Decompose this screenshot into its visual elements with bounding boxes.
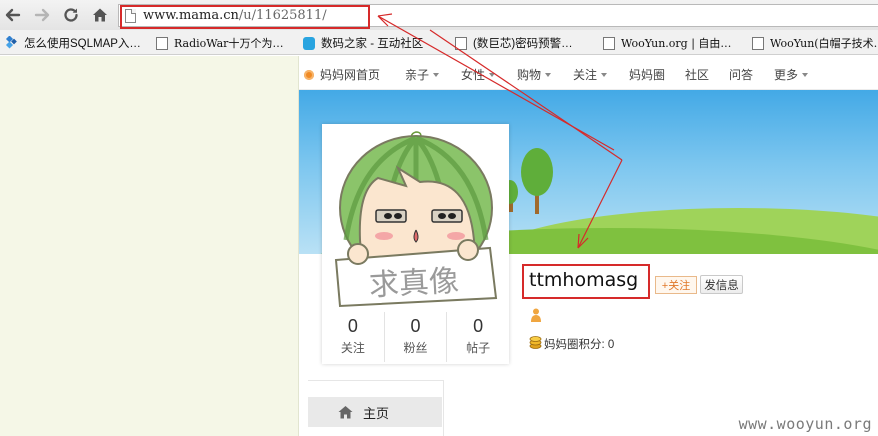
bookmarks-bar: 怎么使用SQLMAP入… RadioWar十万个为… 数码之家 - 互动社区 (… [0, 30, 878, 55]
app-icon [303, 36, 315, 50]
bookmark-item[interactable]: 数码之家 - 互动社区 [303, 34, 423, 52]
side-menu: 主页 [308, 380, 444, 436]
nav-item-follow[interactable]: 关注 [573, 66, 608, 83]
nav-home-link[interactable]: 妈妈网首页 [304, 66, 380, 83]
site-nav: 妈妈网首页 亲子 女性 购物 关注 妈妈圈 社区 问答 更多 [299, 56, 878, 90]
reload-icon[interactable] [60, 4, 82, 26]
chevron-down-icon [433, 72, 440, 77]
chevron-down-icon [545, 72, 552, 77]
nav-item-parenting[interactable]: 亲子 [405, 66, 440, 83]
bookmark-item[interactable]: WooYun(白帽子技术… [752, 34, 878, 52]
person-icon [531, 308, 541, 322]
nav-item-shopping[interactable]: 购物 [517, 66, 552, 83]
nav-item-community[interactable]: 社区 [685, 66, 709, 83]
left-blank-pane [0, 56, 299, 436]
tree-decoration [521, 148, 553, 196]
profile-stats: 0 关注 0 粉丝 0 帖子 [322, 312, 509, 362]
url-highlight-box [120, 5, 370, 29]
back-icon[interactable] [2, 4, 24, 26]
avatar-caption: 求真像 [368, 264, 460, 304]
page-icon [752, 36, 764, 50]
chevron-down-icon [489, 72, 496, 77]
nav-item-qa[interactable]: 问答 [729, 66, 753, 83]
page-icon [455, 36, 467, 50]
bookmark-item[interactable]: 怎么使用SQLMAP入… [4, 34, 141, 52]
nav-item-women[interactable]: 女性 [461, 66, 496, 83]
username: ttmhomasg [529, 269, 639, 291]
username-highlight: ttmhomasg [522, 264, 650, 299]
diamond-icon [5, 36, 17, 49]
avatar-card: 求真像 0 关注 0 粉丝 0 帖子 [322, 124, 509, 364]
home-dot-icon [304, 69, 314, 80]
avatar[interactable]: 求真像 [328, 130, 503, 310]
page-icon [156, 36, 168, 50]
coins-icon [529, 336, 542, 349]
nav-item-more[interactable]: 更多 [774, 66, 809, 83]
page-icon [603, 36, 615, 50]
home-icon [338, 406, 353, 419]
stat-fans[interactable]: 0 粉丝 [383, 312, 447, 362]
bookmark-item[interactable]: WooYun.org | 自由… [603, 34, 731, 52]
points-label: 妈妈圈积分: 0 [544, 339, 615, 351]
nav-item-mama-circle[interactable]: 妈妈圈 [629, 66, 665, 83]
home-icon[interactable] [89, 4, 111, 26]
bookmark-item[interactable]: RadioWar十万个为… [156, 34, 283, 52]
stat-following[interactable]: 0 关注 [322, 312, 384, 362]
chevron-down-icon [601, 72, 608, 77]
forward-icon[interactable] [31, 4, 53, 26]
side-menu-home[interactable]: 主页 [308, 397, 442, 427]
follow-button[interactable]: +关注 [655, 276, 697, 294]
send-message-button[interactable]: 发信息 [700, 275, 743, 294]
bookmark-item[interactable]: (数巨芯)密码预警… [455, 34, 573, 52]
watermark: www.wooyun.org [738, 415, 872, 433]
chevron-down-icon [802, 72, 809, 77]
stat-posts[interactable]: 0 帖子 [446, 312, 509, 362]
